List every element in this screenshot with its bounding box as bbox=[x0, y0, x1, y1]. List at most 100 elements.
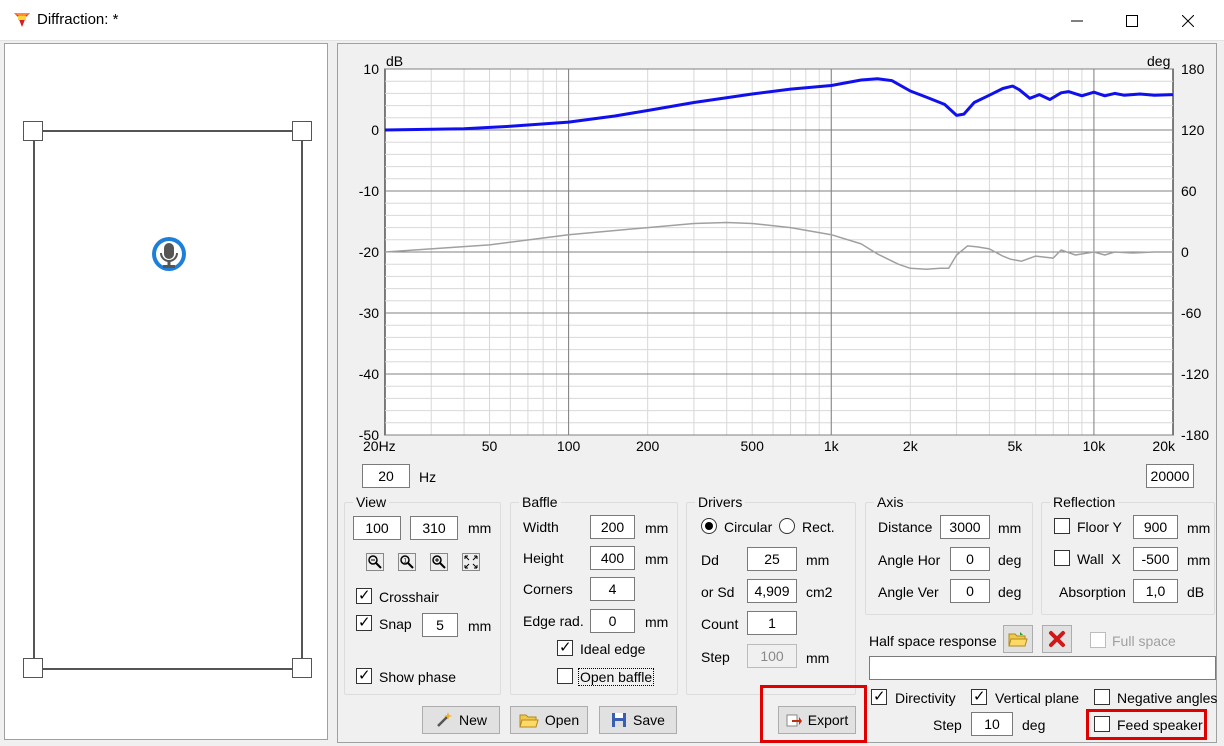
resize-handle-top-right[interactable] bbox=[292, 121, 312, 141]
zoom-in-button[interactable] bbox=[428, 551, 450, 573]
zoom-out-icon bbox=[366, 553, 384, 571]
save-button[interactable]: Save bbox=[599, 706, 677, 734]
y2-tick-label: -180 bbox=[1181, 427, 1209, 443]
maximize-button[interactable] bbox=[1104, 0, 1160, 41]
snap-value-input[interactable] bbox=[422, 613, 458, 637]
baffle-group-title: Baffle bbox=[519, 494, 561, 510]
export-highlight bbox=[760, 685, 867, 743]
x-tick-label: 20k bbox=[1152, 438, 1176, 454]
x-tick-label: 1k bbox=[824, 438, 840, 454]
driver-step-input bbox=[747, 644, 797, 668]
ideal-edge-label: Ideal edge bbox=[580, 641, 646, 657]
frequency-response-chart[interactable]: 100-10-20-30-40-50180120600-60-120-18020… bbox=[337, 50, 1217, 460]
angle-hor-unit: deg bbox=[998, 552, 1022, 568]
snap-label: Snap bbox=[379, 616, 412, 632]
floor-checkbox[interactable] bbox=[1054, 518, 1070, 534]
open-button[interactable]: Open bbox=[510, 706, 588, 734]
minimize-button[interactable] bbox=[1049, 0, 1105, 41]
zoom-out-button[interactable] bbox=[364, 551, 386, 573]
full-space-checkbox bbox=[1090, 632, 1106, 648]
y2-tick-label: -60 bbox=[1181, 305, 1201, 321]
drivers-group-title: Drivers bbox=[695, 494, 746, 510]
baffle-canvas[interactable] bbox=[4, 43, 328, 740]
baffle-edge-unit: mm bbox=[645, 614, 669, 630]
angle-hor-input[interactable] bbox=[950, 547, 990, 571]
ideal-edge-checkbox[interactable] bbox=[557, 638, 573, 656]
directivity-label: Directivity bbox=[895, 690, 956, 706]
half-space-label: Half space response bbox=[869, 633, 997, 649]
view-x-input[interactable] bbox=[353, 516, 401, 540]
zoom-in-icon bbox=[430, 553, 448, 571]
baffle-height-input[interactable] bbox=[590, 546, 635, 570]
sd-input[interactable] bbox=[747, 579, 797, 603]
wall-input[interactable] bbox=[1133, 547, 1178, 571]
circular-label: Circular bbox=[724, 519, 773, 535]
x-tick-label: 20Hz bbox=[363, 438, 396, 454]
clear-half-space-button[interactable] bbox=[1042, 625, 1072, 653]
absorption-input[interactable] bbox=[1133, 579, 1178, 603]
sd-label: or Sd bbox=[701, 584, 735, 600]
resize-handle-top-left[interactable] bbox=[23, 121, 43, 141]
rect-label: Rect. bbox=[802, 519, 835, 535]
min-frequency-unit: Hz bbox=[419, 469, 437, 485]
snap-checkbox[interactable] bbox=[356, 613, 372, 631]
close-button[interactable] bbox=[1160, 0, 1216, 41]
open-baffle-label: Open baffle bbox=[578, 668, 655, 686]
delete-icon bbox=[1049, 631, 1065, 647]
resize-handle-bottom-right[interactable] bbox=[292, 658, 312, 678]
negative-angles-checkbox[interactable] bbox=[1094, 689, 1110, 705]
vertical-plane-checkbox[interactable] bbox=[971, 687, 987, 705]
max-frequency-input[interactable] bbox=[1146, 464, 1194, 488]
baffle-width-input[interactable] bbox=[590, 515, 635, 539]
y2-tick-label: 0 bbox=[1181, 244, 1189, 260]
new-button[interactable]: New bbox=[422, 706, 500, 734]
y-tick-label: 0 bbox=[371, 122, 379, 138]
min-frequency-input[interactable] bbox=[362, 464, 410, 488]
zoom-fit-button[interactable] bbox=[460, 551, 482, 573]
folder-open-icon bbox=[519, 714, 539, 728]
dd-input[interactable] bbox=[747, 547, 797, 571]
feed-speaker-highlight bbox=[1086, 709, 1207, 740]
baffle-outline[interactable] bbox=[33, 130, 303, 670]
show-phase-checkbox[interactable] bbox=[356, 666, 372, 684]
view-y-input[interactable] bbox=[410, 516, 458, 540]
floor-input[interactable] bbox=[1133, 515, 1178, 539]
magic-wand-icon bbox=[437, 712, 452, 727]
dd-label: Dd bbox=[701, 552, 719, 568]
zoom-reset-icon: 1 bbox=[398, 553, 416, 571]
rect-radio[interactable] bbox=[779, 518, 795, 534]
fit-to-window-icon bbox=[462, 553, 480, 571]
circular-radio[interactable] bbox=[701, 518, 717, 534]
app-logo-icon bbox=[14, 13, 30, 27]
directivity-step-label: Step bbox=[933, 717, 962, 733]
zoom-reset-button[interactable]: 1 bbox=[396, 551, 418, 573]
baffle-corners-input[interactable] bbox=[590, 577, 635, 601]
y2-tick-label: 180 bbox=[1181, 61, 1205, 77]
y2-tick-label: -120 bbox=[1181, 366, 1209, 382]
wall-checkbox[interactable] bbox=[1054, 550, 1070, 566]
floor-unit: mm bbox=[1187, 520, 1211, 536]
distance-input[interactable] bbox=[940, 515, 990, 539]
baffle-edge-label: Edge rad. bbox=[523, 613, 584, 629]
resize-handle-bottom-left[interactable] bbox=[23, 658, 43, 678]
chart-grid bbox=[384, 68, 1174, 436]
open-half-space-button[interactable] bbox=[1003, 625, 1033, 653]
distance-label: Distance bbox=[878, 519, 933, 535]
y-axis-label: dB bbox=[386, 53, 403, 69]
y-tick-label: -30 bbox=[359, 305, 379, 321]
y2-tick-label: 120 bbox=[1181, 122, 1205, 138]
y2-axis-label: deg bbox=[1147, 53, 1170, 69]
baffle-edge-input[interactable] bbox=[590, 609, 635, 633]
half-space-path-input[interactable] bbox=[869, 656, 1216, 680]
baffle-width-label: Width bbox=[523, 519, 559, 535]
count-input[interactable] bbox=[747, 611, 797, 635]
directivity-checkbox[interactable] bbox=[871, 687, 887, 705]
microphone-icon[interactable] bbox=[150, 235, 188, 273]
angle-ver-input[interactable] bbox=[950, 579, 990, 603]
minimize-icon bbox=[1071, 20, 1083, 21]
open-baffle-checkbox[interactable] bbox=[557, 668, 573, 684]
vertical-plane-label: Vertical plane bbox=[995, 690, 1080, 706]
crosshair-checkbox[interactable] bbox=[356, 586, 372, 604]
snap-unit: mm bbox=[468, 618, 492, 634]
directivity-step-input[interactable] bbox=[971, 712, 1013, 736]
